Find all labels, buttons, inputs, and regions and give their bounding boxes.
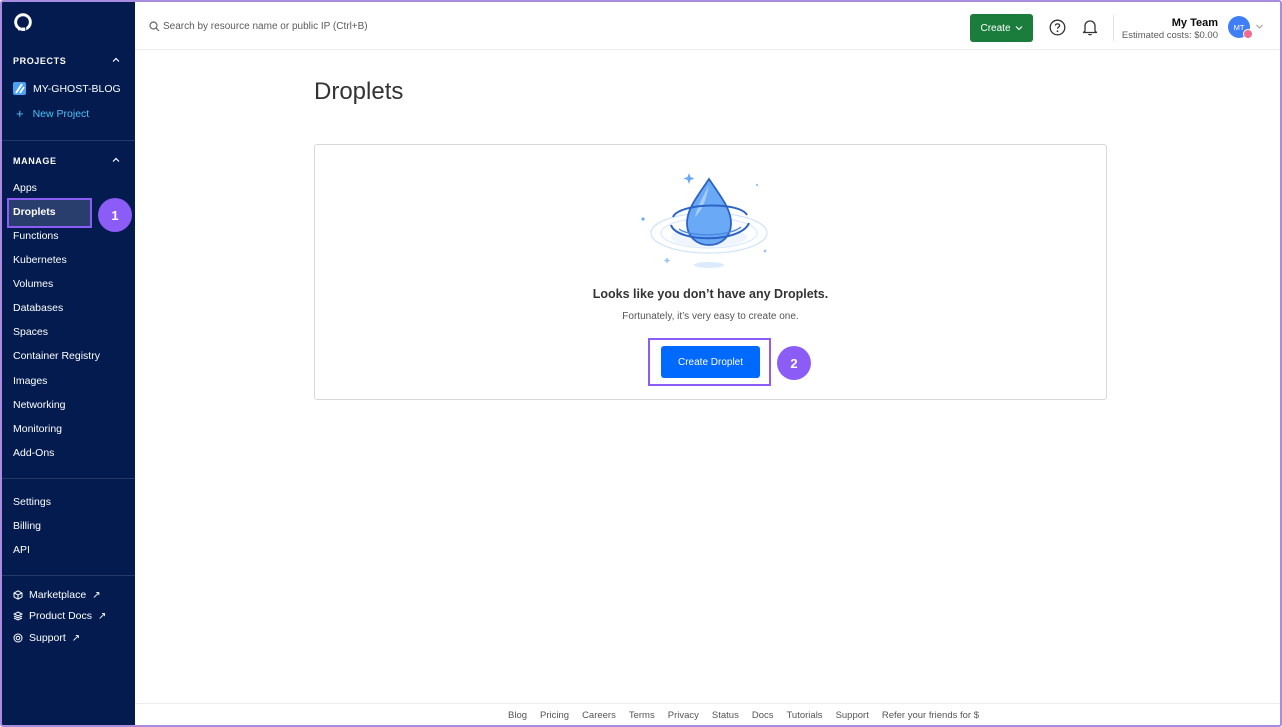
- marketplace-icon: [13, 590, 23, 600]
- avatar-badge-icon: [1243, 29, 1253, 39]
- footer: Blog Pricing Careers Terms Privacy Statu…: [135, 703, 1280, 725]
- sidebar-item-api[interactable]: API: [13, 544, 30, 556]
- step-2-annotation: 2: [777, 346, 811, 380]
- create-button[interactable]: Create: [970, 14, 1033, 42]
- footer-link-terms[interactable]: Terms: [629, 710, 655, 721]
- external-arrow-icon: ↗: [71, 632, 81, 644]
- empty-state-subtitle: Fortunately, it’s very easy to create on…: [622, 311, 799, 322]
- chevron-up-icon[interactable]: [111, 55, 121, 65]
- estimated-costs: Estimated costs: $0.00: [1121, 30, 1218, 41]
- product-docs-label: Product Docs: [29, 610, 93, 622]
- sidebar-item-settings[interactable]: Settings: [13, 496, 51, 508]
- help-icon[interactable]: [1049, 19, 1066, 36]
- search-icon: [149, 21, 160, 32]
- droplet-illustration-icon: [641, 173, 768, 268]
- chevron-down-icon: [1015, 26, 1022, 31]
- sidebar-item-billing[interactable]: Billing: [13, 520, 41, 532]
- sidebar-divider: [2, 575, 135, 576]
- team-name[interactable]: My Team: [1172, 17, 1218, 29]
- app-window: PROJECTS MY-GHOST-BLOG + New Project MAN…: [0, 0, 1282, 727]
- step-1-annotation: 1: [98, 198, 132, 232]
- layers-icon: [13, 611, 23, 621]
- topbar-divider: [1113, 15, 1114, 41]
- page-title: Droplets: [314, 78, 404, 105]
- sidebar: PROJECTS MY-GHOST-BLOG + New Project MAN…: [2, 2, 135, 725]
- sidebar-item-networking[interactable]: Networking: [13, 399, 66, 411]
- sidebar-item-support[interactable]: Support ↗: [13, 632, 80, 644]
- sidebar-divider: [2, 478, 135, 479]
- footer-link-blog[interactable]: Blog: [508, 710, 527, 721]
- projects-section-header[interactable]: PROJECTS: [13, 56, 66, 66]
- sidebar-item-container-registry[interactable]: Container Registry: [13, 350, 100, 362]
- project-name: MY-GHOST-BLOG: [33, 82, 121, 95]
- create-label: Create: [980, 22, 1011, 34]
- chevron-down-icon[interactable]: [1255, 22, 1264, 31]
- footer-link-careers[interactable]: Careers: [582, 710, 616, 721]
- sidebar-item-databases[interactable]: Databases: [13, 302, 63, 314]
- sidebar-item-product-docs[interactable]: Product Docs ↗: [13, 610, 106, 622]
- footer-link-docs[interactable]: Docs: [752, 710, 774, 721]
- external-arrow-icon: ↗: [92, 589, 101, 601]
- footer-link-privacy[interactable]: Privacy: [668, 710, 699, 721]
- sidebar-item-spaces[interactable]: Spaces: [13, 326, 48, 338]
- empty-state-title: Looks like you don’t have any Droplets.: [592, 287, 829, 301]
- lifebuoy-icon: [13, 633, 23, 643]
- sidebar-item-images[interactable]: Images: [13, 375, 47, 387]
- empty-state-card: Looks like you don’t have any Droplets. …: [314, 144, 1107, 400]
- sidebar-item-functions[interactable]: Functions: [13, 230, 59, 242]
- manage-section-header[interactable]: MANAGE: [13, 156, 57, 166]
- notification-bell-icon[interactable]: [1082, 18, 1098, 36]
- sidebar-item-monitoring[interactable]: Monitoring: [13, 423, 62, 435]
- sidebar-item-kubernetes[interactable]: Kubernetes: [13, 254, 67, 266]
- footer-link-status[interactable]: Status: [712, 710, 739, 721]
- sidebar-item-volumes[interactable]: Volumes: [13, 278, 53, 290]
- sidebar-item-droplets[interactable]: Droplets: [13, 206, 56, 218]
- topbar: Create My Team Estimated costs: $0.00 MT: [135, 2, 1280, 50]
- search-input[interactable]: [163, 16, 483, 36]
- external-arrow-icon: ↗: [98, 610, 107, 622]
- new-project-link[interactable]: + New Project: [16, 106, 90, 121]
- plus-icon: +: [16, 106, 24, 121]
- footer-link-tutorials[interactable]: Tutorials: [786, 710, 822, 721]
- new-project-label: New Project: [32, 108, 90, 120]
- project-icon: [13, 82, 26, 95]
- create-droplet-button[interactable]: Create Droplet: [661, 346, 760, 378]
- sidebar-item-marketplace[interactable]: Marketplace ↗: [13, 589, 101, 601]
- marketplace-label: Marketplace: [29, 589, 87, 601]
- sidebar-divider: [2, 140, 135, 141]
- digitalocean-logo-icon[interactable]: [12, 12, 34, 34]
- footer-link-referral[interactable]: Refer your friends for $: [882, 710, 979, 721]
- chevron-up-icon[interactable]: [111, 155, 121, 165]
- sidebar-project-item[interactable]: MY-GHOST-BLOG: [13, 82, 121, 95]
- sidebar-item-add-ons[interactable]: Add-Ons: [13, 447, 54, 459]
- footer-link-support[interactable]: Support: [836, 710, 869, 721]
- support-label: Support: [29, 632, 66, 644]
- sidebar-item-apps[interactable]: Apps: [13, 182, 37, 194]
- footer-link-pricing[interactable]: Pricing: [540, 710, 569, 721]
